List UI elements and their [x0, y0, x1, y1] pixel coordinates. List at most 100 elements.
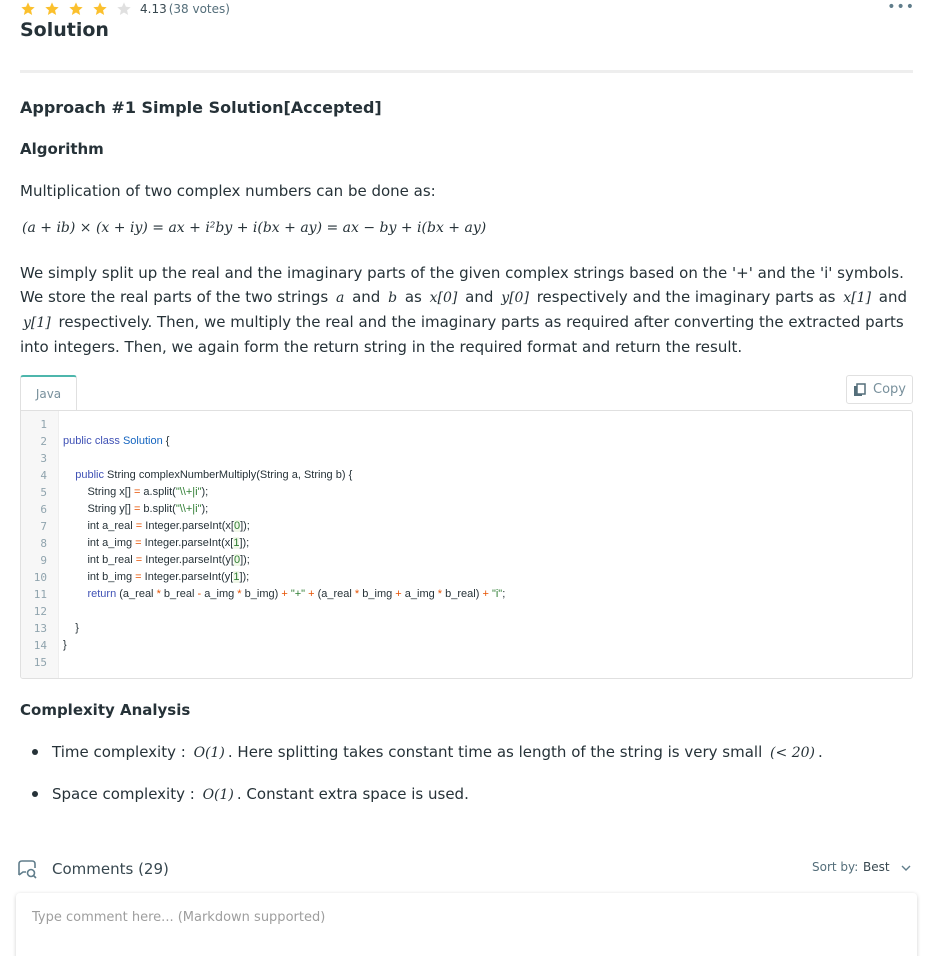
- code-token: (a_real: [314, 588, 355, 600]
- sort-label: Sort by:: [812, 860, 859, 874]
- code-token: "\\+|i": [175, 503, 202, 515]
- star-icon[interactable]: [20, 1, 36, 17]
- code-token: x[]: [116, 486, 134, 498]
- code-token: String: [87, 503, 117, 515]
- comment-placeholder: Type comment here... (Markdown supported…: [32, 910, 326, 925]
- code-token: Integer.parseInt(y[: [142, 554, 234, 566]
- more-horizontal-icon[interactable]: •••: [887, 0, 915, 14]
- code-token: ]);: [239, 571, 250, 583]
- code-token: a,: [288, 469, 304, 481]
- copy-icon: [854, 382, 866, 396]
- comment-search-icon: [18, 860, 37, 879]
- code-token: ]);: [240, 520, 250, 532]
- comment-input[interactable]: Type comment here... (Markdown supported…: [16, 893, 917, 956]
- space-label: Space complexity :: [52, 785, 195, 803]
- code-line: int a_real = Integer.parseInt(x[0]);: [63, 518, 250, 535]
- code-token: );: [201, 503, 209, 515]
- line-number: 2: [40, 435, 47, 448]
- code-token: );: [201, 486, 209, 498]
- code-token: "\\+|i": [175, 486, 202, 498]
- rating-stars[interactable]: [20, 1, 140, 17]
- time-math: O(1): [193, 745, 225, 761]
- tab-java[interactable]: Java: [20, 375, 77, 411]
- math-a: a: [335, 290, 345, 306]
- code-token: (a_real: [116, 588, 157, 600]
- complexity-heading: Complexity Analysis: [20, 701, 191, 719]
- code-token: int: [87, 571, 100, 583]
- time-label: Time complexity :: [52, 743, 186, 761]
- space-math: O(1): [202, 787, 234, 803]
- code-line: String y[] = b.split("\\+|i");: [63, 501, 208, 518]
- math-y1: y[1]: [23, 315, 51, 331]
- code-token: int: [87, 554, 100, 566]
- algorithm-heading: Algorithm: [20, 140, 104, 158]
- math-b: b: [388, 290, 398, 306]
- code-token: a_img: [99, 537, 136, 549]
- line-number: 15: [33, 656, 47, 669]
- line-number: 10: [33, 571, 47, 584]
- copy-button[interactable]: Copy: [846, 375, 913, 404]
- and-text: and: [465, 288, 494, 306]
- code-token: {: [162, 435, 170, 447]
- code-token: ]);: [240, 554, 250, 566]
- code-token: a_real: [99, 520, 136, 532]
- line-number: 9: [40, 554, 47, 567]
- code-token: b.split(: [140, 503, 176, 515]
- code-token: b_real: [160, 588, 198, 600]
- line-gutter: 1 2 3 4 5 6 7 8 9 10 11 12 13 14 15: [21, 411, 59, 678]
- time-complexity-item: Time complexity : O(1). Here splitting t…: [32, 740, 823, 765]
- copy-label: Copy: [873, 382, 906, 397]
- line-number: 7: [40, 520, 47, 533]
- space-complexity-item: Space complexity : O(1). Constant extra …: [32, 782, 469, 807]
- code-token: }: [63, 639, 67, 651]
- line-number: 6: [40, 503, 47, 516]
- math-y0: y[0]: [501, 290, 529, 306]
- code-token: Integer.parseInt(y[: [141, 571, 234, 583]
- as-text: as: [404, 288, 422, 306]
- code-token: int: [87, 537, 100, 549]
- code-token: b_real: [99, 554, 136, 566]
- code-token: Integer.parseInt(x[: [141, 537, 234, 549]
- comments-header: Comments (29) Sort by: Best: [16, 855, 917, 883]
- code-token: b_real): [442, 588, 483, 600]
- star-icon[interactable]: [68, 1, 84, 17]
- line-number: 4: [40, 469, 47, 482]
- star-icon[interactable]: [44, 1, 60, 17]
- code-token: "i": [491, 588, 503, 600]
- sort-select[interactable]: Best: [863, 860, 890, 874]
- code-token: a_img: [201, 588, 238, 600]
- code-token: y[]: [116, 503, 134, 515]
- code-token: class: [94, 435, 120, 447]
- line-number: 14: [33, 639, 47, 652]
- code-line: }: [63, 637, 67, 654]
- code-line: public class Solution {: [63, 433, 169, 450]
- code-line: return (a_real * b_real - a_img * b_img)…: [63, 586, 505, 603]
- algorithm-intro: Multiplication of two complex numbers ca…: [20, 182, 436, 200]
- code-block[interactable]: 1 2 3 4 5 6 7 8 9 10 11 12 13 14 15 publ…: [20, 410, 913, 679]
- page-title: Solution: [20, 19, 109, 41]
- star-icon[interactable]: [92, 1, 108, 17]
- code-token: public: [63, 435, 92, 447]
- code-token: String: [107, 469, 136, 481]
- code-token: +: [281, 588, 288, 600]
- approach-heading: Approach #1 Simple Solution[Accepted]: [20, 98, 382, 117]
- code-token: +: [482, 588, 489, 600]
- code-token: ;: [502, 588, 506, 600]
- star-icon[interactable]: [116, 1, 132, 17]
- code-token: a.split(: [140, 486, 176, 498]
- line-number: 13: [33, 622, 47, 635]
- code-line: String x[] = a.split("\\+|i");: [63, 484, 208, 501]
- code-token: "+": [290, 588, 306, 600]
- divider: [20, 70, 913, 73]
- line-number: 1: [40, 418, 47, 431]
- time-text: . Here splitting takes constant time as …: [227, 743, 763, 761]
- formula: (a + ib) × (x + iy) = ax + i²by + i(bx +…: [22, 220, 487, 236]
- rating-value: 4.13: [140, 2, 167, 16]
- code-token: b_img: [99, 571, 136, 583]
- line-number: 8: [40, 537, 47, 550]
- code-token: a_img: [401, 588, 438, 600]
- code-token: complexNumberMultiply(: [135, 469, 260, 481]
- chevron-down-icon[interactable]: [901, 864, 911, 872]
- line-number: 5: [40, 486, 47, 499]
- code-token: int: [87, 520, 100, 532]
